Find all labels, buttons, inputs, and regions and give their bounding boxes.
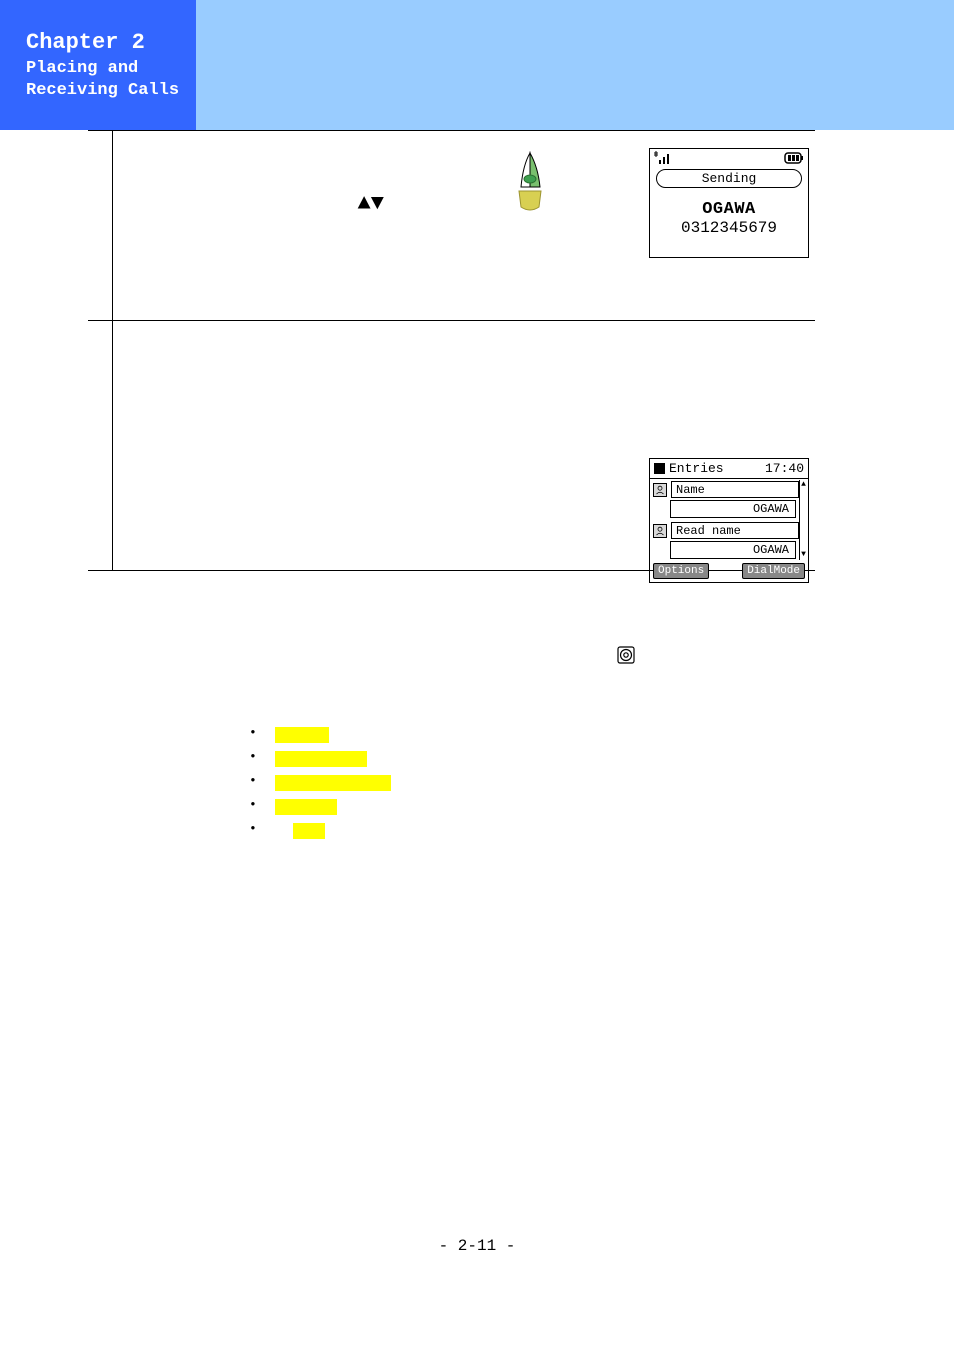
- content-table-wrap: ▲▼: [88, 130, 815, 571]
- scroll-up-icon[interactable]: ▲: [801, 481, 806, 489]
- name-row: Name: [650, 479, 799, 500]
- sail-phone-icon: [513, 151, 547, 218]
- list-item: [245, 771, 391, 795]
- step-cell-1: [88, 131, 112, 321]
- call-name: OGAWA: [650, 194, 808, 219]
- call-number: 0312345679: [650, 219, 808, 257]
- softkey-bar: Options DialMode: [650, 561, 808, 582]
- center-key-icon: [617, 646, 635, 669]
- phone-screen-entries: Entries 17:40 Name OGAWA: [649, 458, 809, 583]
- header-square-icon: [654, 463, 665, 474]
- entries-body: Name OGAWA Read name OGAWA: [650, 479, 808, 561]
- entries-label: Entries: [669, 461, 724, 476]
- chapter-title: Chapter 2: [26, 30, 196, 56]
- phone-screen-sending: Sending OGAWA 0312345679: [649, 148, 809, 258]
- list-item: [245, 795, 391, 819]
- list-item: [245, 819, 391, 843]
- page-number: - 2-11 -: [0, 1237, 954, 1255]
- scrollbar[interactable]: ▲ ▼: [799, 480, 807, 560]
- readname-value[interactable]: OGAWA: [670, 541, 796, 559]
- step-cell-2: [88, 321, 112, 571]
- highlight: [275, 775, 391, 791]
- status-bar: [650, 149, 808, 167]
- dialmode-button[interactable]: DialMode: [742, 563, 805, 579]
- options-button[interactable]: Options: [653, 563, 709, 579]
- readname-row: Read name: [650, 520, 799, 541]
- readname-label: Read name: [671, 522, 799, 539]
- chapter-subtitle: Placing and Receiving Calls: [26, 58, 196, 101]
- scroll-down-icon[interactable]: ▼: [801, 551, 806, 559]
- highlight: [293, 823, 325, 839]
- instruction-cell-2: [112, 321, 608, 571]
- name-label: Name: [671, 481, 799, 498]
- battery-icon: [784, 152, 804, 164]
- content-table: ▲▼: [88, 130, 815, 571]
- name-value[interactable]: OGAWA: [670, 500, 796, 518]
- highlight: [275, 727, 329, 743]
- readname-person-icon: [653, 524, 667, 538]
- entries-header: Entries 17:40: [650, 459, 808, 479]
- screen-cell-1: Sending OGAWA 0312345679: [608, 131, 815, 321]
- signal-icon: [654, 151, 674, 165]
- person-icon: [653, 483, 667, 497]
- clock-time: 17:40: [765, 461, 804, 476]
- list-item: [245, 747, 391, 771]
- sending-pill: Sending: [656, 169, 802, 188]
- highlight: [275, 799, 337, 815]
- up-down-arrows-icon: ▲▼: [358, 191, 384, 216]
- screen-cell-2: Entries 17:40 Name OGAWA: [608, 321, 815, 571]
- chapter-header: Chapter 2 Placing and Receiving Calls: [0, 0, 196, 130]
- highlight: [275, 751, 367, 767]
- instruction-cell-1: ▲▼: [112, 131, 608, 321]
- notes-list: [245, 723, 391, 843]
- list-item: [245, 723, 391, 747]
